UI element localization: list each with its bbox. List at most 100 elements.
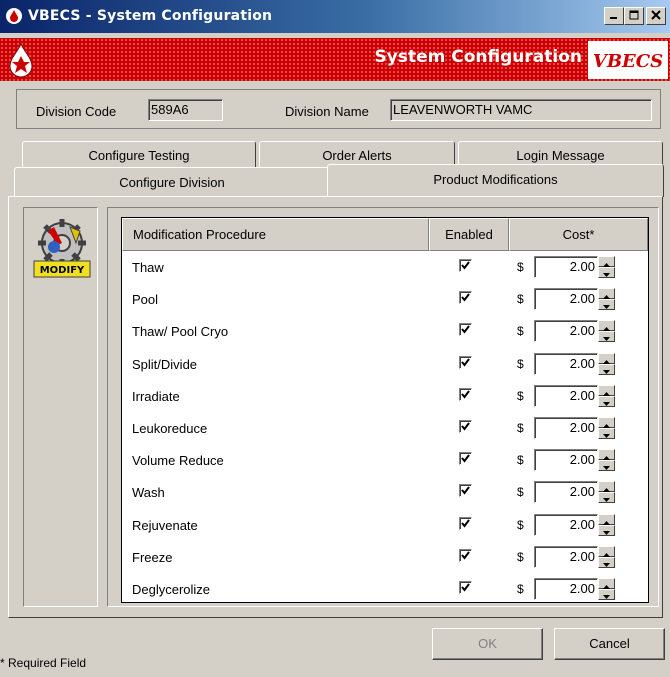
banner-title: System Configuration xyxy=(374,47,582,67)
arrow-down-icon xyxy=(603,273,610,277)
spin-up-button[interactable] xyxy=(598,513,615,525)
cost-spinner[interactable] xyxy=(598,545,615,568)
currency-symbol: $ xyxy=(517,260,524,274)
table-row: Thaw $2.00 xyxy=(122,253,648,285)
header-procedure[interactable]: Modification Procedure xyxy=(122,218,429,251)
arrow-down-icon xyxy=(603,369,610,374)
spin-up-button[interactable] xyxy=(598,320,615,332)
tab-configure-testing[interactable]: Configure Testing xyxy=(22,141,256,169)
procedure-name: Thaw xyxy=(132,260,164,275)
enabled-checkbox[interactable] xyxy=(459,323,472,337)
arrow-down-icon xyxy=(603,530,610,535)
header-enabled[interactable]: Enabled xyxy=(429,218,509,251)
spin-up-button[interactable] xyxy=(598,545,615,557)
division-name-field: LEAVENWORTH VAMC xyxy=(390,99,652,121)
cost-spinner[interactable] xyxy=(598,513,615,536)
cost-input[interactable]: 2.00 xyxy=(534,513,598,536)
tab-configure-division[interactable]: Configure Division xyxy=(14,167,330,196)
header-banner: System Configuration VBECS xyxy=(0,38,670,81)
table-row: Irradiate $2.00 xyxy=(122,382,648,414)
spin-down-button[interactable] xyxy=(598,460,615,472)
spin-down-button[interactable] xyxy=(598,395,615,407)
vbecs-logo: VBECS xyxy=(588,41,668,79)
close-button[interactable] xyxy=(646,7,666,25)
spin-up-button[interactable] xyxy=(598,384,615,396)
cost-input[interactable]: 2.00 xyxy=(534,288,598,311)
enabled-checkbox[interactable] xyxy=(459,581,472,594)
ok-button[interactable]: OK xyxy=(432,628,543,660)
required-field-note: * Required Field xyxy=(0,656,87,670)
spin-down-button[interactable] xyxy=(598,267,615,278)
spin-down-button[interactable] xyxy=(598,299,615,311)
enabled-checkbox[interactable] xyxy=(459,387,472,401)
cost-spinner[interactable] xyxy=(598,578,615,600)
cancel-button[interactable]: Cancel xyxy=(554,628,665,660)
minimize-button[interactable] xyxy=(604,7,624,25)
cost-spinner[interactable] xyxy=(598,288,615,311)
maximize-icon xyxy=(629,10,639,20)
svg-text:VBECS: VBECS xyxy=(593,51,663,72)
checkmark-icon xyxy=(461,293,470,302)
spin-down-button[interactable] xyxy=(598,331,615,343)
title-bar[interactable]: VBECS - System Configuration xyxy=(0,0,670,33)
enabled-checkbox[interactable] xyxy=(459,420,472,433)
currency-symbol: $ xyxy=(517,485,524,500)
currency-symbol: $ xyxy=(517,582,524,596)
enabled-checkbox[interactable] xyxy=(459,484,472,498)
spin-down-button[interactable] xyxy=(598,492,615,504)
cost-input[interactable]: 2.00 xyxy=(534,352,598,375)
enabled-checkbox[interactable] xyxy=(459,355,472,369)
cost-spinner[interactable] xyxy=(598,417,615,439)
checkmark-icon xyxy=(461,486,470,496)
spin-down-button[interactable] xyxy=(598,428,615,439)
checkmark-icon xyxy=(461,261,470,270)
checkmark-icon xyxy=(461,325,470,335)
enabled-checkbox[interactable] xyxy=(459,452,472,466)
currency-symbol: $ xyxy=(517,517,524,532)
checkmark-icon xyxy=(461,390,470,399)
procedure-name: Rejuvenate xyxy=(132,517,198,533)
tab-product-modifications[interactable]: Product Modifications xyxy=(327,164,664,197)
currency-symbol: $ xyxy=(517,453,524,468)
table-row: Leukoreduce $2.00 xyxy=(122,414,648,446)
cost-spinner[interactable] xyxy=(598,449,615,472)
division-code-field: 589A6 xyxy=(148,99,223,121)
enabled-checkbox[interactable] xyxy=(459,548,472,562)
arrow-down-icon xyxy=(603,401,610,406)
cost-spinner[interactable] xyxy=(598,352,615,375)
currency-symbol: $ xyxy=(517,388,524,403)
spin-up-button[interactable] xyxy=(598,352,615,364)
cost-input[interactable]: 2.00 xyxy=(534,417,598,439)
checkmark-icon xyxy=(461,583,470,592)
cost-input[interactable]: 2.00 xyxy=(534,449,598,472)
table-row: Freeze $2.00 xyxy=(122,543,648,575)
enabled-checkbox[interactable] xyxy=(459,516,472,530)
cost-spinner[interactable] xyxy=(598,320,615,343)
window-title: VBECS - System Configuration xyxy=(28,8,273,24)
checkmark-icon xyxy=(461,422,470,431)
cost-spinner[interactable] xyxy=(598,481,615,504)
cost-input[interactable]: 2.00 xyxy=(534,545,598,568)
spin-up-button[interactable] xyxy=(598,481,615,493)
spin-down-button[interactable] xyxy=(598,363,615,375)
cost-input[interactable]: 2.00 xyxy=(534,320,598,343)
cost-input[interactable]: 2.00 xyxy=(534,578,598,600)
spin-up-button[interactable] xyxy=(598,449,615,461)
spin-up-button[interactable] xyxy=(598,288,615,300)
cost-input[interactable]: 2.00 xyxy=(534,256,598,278)
cost-input[interactable]: 2.00 xyxy=(534,481,598,504)
cost-spinner[interactable] xyxy=(598,256,615,278)
spin-down-button[interactable] xyxy=(598,556,615,568)
header-cost[interactable]: Cost* xyxy=(509,218,648,251)
spin-up-button[interactable] xyxy=(598,578,615,589)
spin-up-button[interactable] xyxy=(598,256,615,267)
enabled-checkbox[interactable] xyxy=(459,259,472,272)
cost-spinner[interactable] xyxy=(598,384,615,407)
spin-up-button[interactable] xyxy=(598,417,615,428)
maximize-button[interactable] xyxy=(624,7,644,25)
spin-down-button[interactable] xyxy=(598,589,615,600)
spin-down-button[interactable] xyxy=(598,524,615,536)
cost-input[interactable]: 2.00 xyxy=(534,384,598,407)
enabled-checkbox[interactable] xyxy=(459,291,472,305)
close-icon xyxy=(651,10,661,20)
